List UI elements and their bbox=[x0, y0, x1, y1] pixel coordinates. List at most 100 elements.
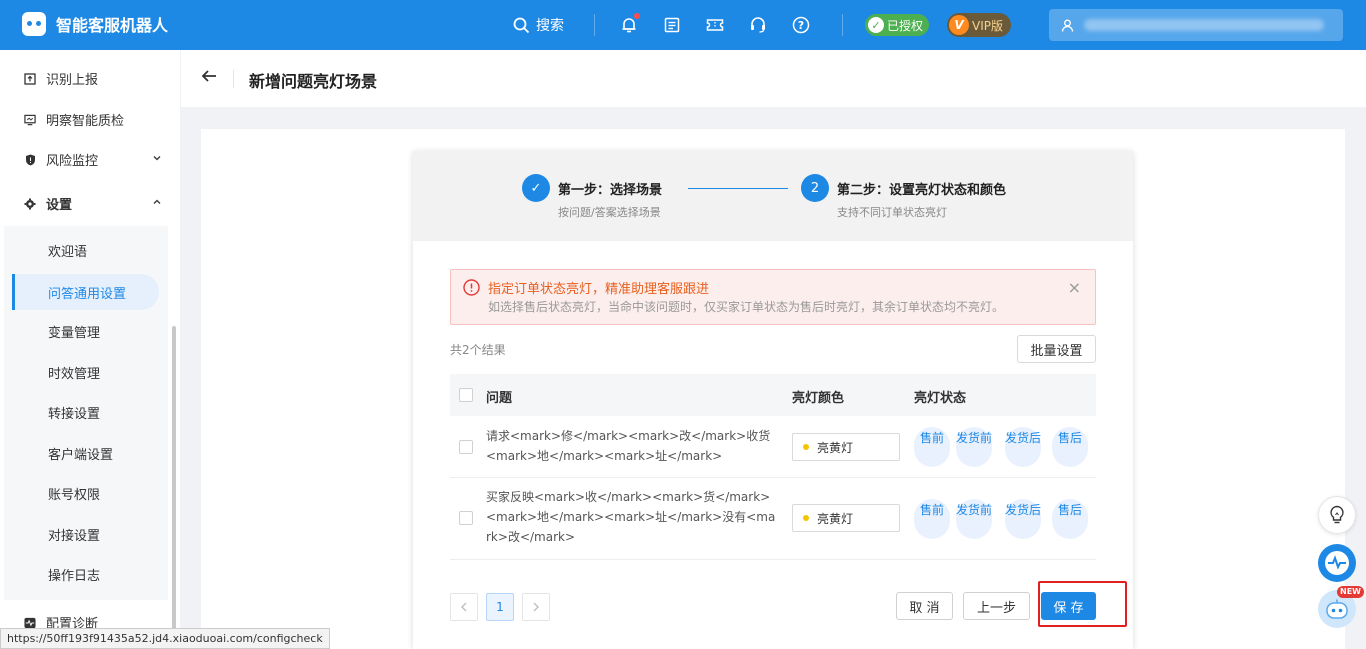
table-row: 买家反映<mark>收</mark><mark>货</mark><mark>地<… bbox=[450, 478, 1096, 560]
search-button[interactable]: 搜索 bbox=[513, 15, 564, 35]
alert-circle-icon bbox=[463, 279, 480, 300]
step-1-title: 第一步：选择场景 bbox=[558, 183, 663, 198]
page-title: 新增问题亮灯场景 bbox=[249, 72, 378, 91]
next-page-button[interactable] bbox=[522, 593, 550, 621]
sidebar-item-label: 明察智能质检 bbox=[46, 114, 125, 129]
submenu-item-qa-settings[interactable]: 问答通用设置 bbox=[48, 283, 126, 302]
light-color-select[interactable]: 亮黄灯 bbox=[792, 504, 900, 532]
question-text: 请求<mark>修</mark><mark>改</mark>收货<mark>地<… bbox=[486, 429, 771, 463]
status-tag-after-shipping[interactable]: 发货后 bbox=[1005, 499, 1041, 539]
document-icon[interactable] bbox=[661, 14, 683, 36]
submenu-item-transfer[interactable]: 转接设置 bbox=[48, 403, 100, 422]
select-all-checkbox[interactable] bbox=[459, 388, 473, 402]
sidebar-scrollbar[interactable] bbox=[172, 326, 176, 649]
light-color-value: 亮黄灯 bbox=[817, 511, 854, 526]
step-2-title: 第二步：设置亮灯状态和颜色 bbox=[837, 183, 1007, 198]
row-checkbox[interactable] bbox=[459, 440, 473, 454]
result-count: 共2个结果 bbox=[450, 343, 506, 357]
step-1-desc: 按问题/答案选择场景 bbox=[558, 206, 661, 219]
sidebar-item-label: 风险监控 bbox=[46, 154, 99, 169]
yellow-dot-icon bbox=[803, 444, 809, 450]
submenu-item-permissions[interactable]: 账号权限 bbox=[48, 484, 100, 503]
search-icon bbox=[513, 17, 530, 33]
status-tag-before-shipping[interactable]: 发货前 bbox=[956, 499, 992, 539]
username-redacted bbox=[1084, 19, 1324, 31]
app-title: 智能客服机器人 bbox=[56, 16, 169, 35]
search-label: 搜索 bbox=[536, 18, 564, 34]
column-header-question: 问题 bbox=[486, 391, 513, 406]
ticket-icon[interactable] bbox=[704, 14, 726, 36]
vip-label: VIP版 bbox=[972, 18, 1003, 33]
question-text: 买家反映<mark>收</mark><mark>货</mark><mark>地<… bbox=[486, 490, 776, 544]
previous-step-button[interactable]: 上一步 bbox=[963, 592, 1030, 620]
row-checkbox[interactable] bbox=[459, 511, 473, 525]
authorized-label: 已授权 bbox=[887, 18, 924, 33]
divider bbox=[842, 14, 843, 36]
sidebar-item-settings[interactable]: 设置 bbox=[24, 194, 72, 213]
status-tag-aftersale[interactable]: 售后 bbox=[1052, 427, 1088, 467]
batch-settings-button[interactable]: 批量设置 bbox=[1017, 335, 1096, 363]
steps-bar: ✓ 第一步：选择场景 按问题/答案选择场景 2 第二步：设置亮灯状态和颜色 支持… bbox=[413, 151, 1133, 241]
svg-text:?: ? bbox=[798, 19, 804, 32]
lightbulb-icon[interactable] bbox=[1318, 496, 1356, 534]
monitor-icon bbox=[24, 114, 36, 126]
status-bar-url: https://50ff193f91435a52.jd4.xiaoduoai.c… bbox=[0, 628, 330, 649]
heartbeat-icon[interactable] bbox=[1318, 544, 1356, 582]
status-tag-aftersale[interactable]: 售后 bbox=[1052, 499, 1088, 539]
step-connector bbox=[688, 188, 788, 189]
sidebar-item-report[interactable]: 识别上报 bbox=[24, 69, 98, 88]
help-icon[interactable]: ? bbox=[790, 14, 812, 36]
upload-box-icon bbox=[24, 72, 36, 85]
page-number-button[interactable]: 1 bbox=[486, 593, 514, 621]
brand[interactable]: 智能客服机器人 bbox=[22, 12, 168, 36]
divider bbox=[594, 14, 595, 36]
headset-icon[interactable] bbox=[747, 14, 769, 36]
column-header-color: 亮灯颜色 bbox=[792, 391, 845, 406]
step-2-number: 2 bbox=[801, 174, 829, 202]
step-1-check-icon: ✓ bbox=[522, 174, 550, 202]
cancel-button[interactable]: 取 消 bbox=[896, 592, 953, 620]
submenu-item-timeliness[interactable]: 时效管理 bbox=[48, 363, 100, 382]
page-header: 新增问题亮灯场景 bbox=[181, 50, 1366, 107]
prev-page-button[interactable] bbox=[450, 593, 478, 621]
light-color-value: 亮黄灯 bbox=[817, 440, 854, 455]
authorized-badge[interactable]: ✓ 已授权 bbox=[865, 14, 930, 36]
shield-check-icon: ✓ bbox=[868, 17, 884, 33]
yellow-dot-icon bbox=[803, 515, 809, 521]
sidebar: 识别上报 明察智能质检 风险监控 设置 欢迎语 问答通用设置 变量管理 时效管理… bbox=[0, 50, 180, 649]
chevron-up-icon[interactable] bbox=[152, 196, 162, 211]
submenu-item-client[interactable]: 客户端设置 bbox=[48, 444, 113, 463]
status-tag-before-shipping[interactable]: 发货前 bbox=[956, 427, 992, 467]
save-button[interactable]: 保 存 bbox=[1041, 592, 1096, 620]
notification-dot bbox=[634, 13, 640, 19]
vip-icon: V bbox=[949, 15, 969, 35]
vip-badge[interactable]: V VIP版 bbox=[947, 13, 1011, 37]
user-account-menu[interactable] bbox=[1049, 9, 1343, 41]
close-icon[interactable]: × bbox=[1068, 278, 1081, 297]
shield-icon bbox=[24, 154, 36, 166]
sidebar-item-label: 设置 bbox=[46, 198, 73, 213]
chevron-down-icon[interactable] bbox=[152, 152, 162, 167]
gear-icon bbox=[24, 198, 36, 210]
status-tag-presale[interactable]: 售前 bbox=[914, 499, 950, 539]
alert-title: 指定订单状态亮灯，精准助理客服跟进 bbox=[488, 282, 710, 297]
pulse-icon bbox=[24, 617, 36, 629]
robot-logo-icon bbox=[22, 12, 46, 36]
submenu-item-operation-log[interactable]: 操作日志 bbox=[48, 565, 100, 584]
sidebar-item-label: 识别上报 bbox=[46, 73, 99, 88]
user-icon bbox=[1061, 19, 1074, 32]
submenu-item-welcome[interactable]: 欢迎语 bbox=[48, 241, 87, 260]
submenu-item-integration[interactable]: 对接设置 bbox=[48, 525, 100, 544]
info-alert: 指定订单状态亮灯，精准助理客服跟进 如选择售后状态亮灯，当命中该问题时，仅买家订… bbox=[450, 269, 1096, 325]
submenu-item-variables[interactable]: 变量管理 bbox=[48, 322, 100, 341]
sidebar-item-quality-check[interactable]: 明察智能质检 bbox=[24, 110, 124, 129]
status-tag-after-shipping[interactable]: 发货后 bbox=[1005, 427, 1041, 467]
new-badge: NEW bbox=[1337, 586, 1364, 598]
status-tag-presale[interactable]: 售前 bbox=[914, 427, 950, 467]
bell-icon[interactable] bbox=[618, 13, 640, 36]
light-color-select[interactable]: 亮黄灯 bbox=[792, 433, 900, 461]
back-arrow-icon[interactable] bbox=[201, 68, 217, 88]
column-header-status: 亮灯状态 bbox=[914, 391, 967, 406]
sidebar-item-risk-monitor[interactable]: 风险监控 bbox=[24, 150, 98, 169]
table-header: 问题 亮灯颜色 亮灯状态 bbox=[450, 374, 1096, 416]
